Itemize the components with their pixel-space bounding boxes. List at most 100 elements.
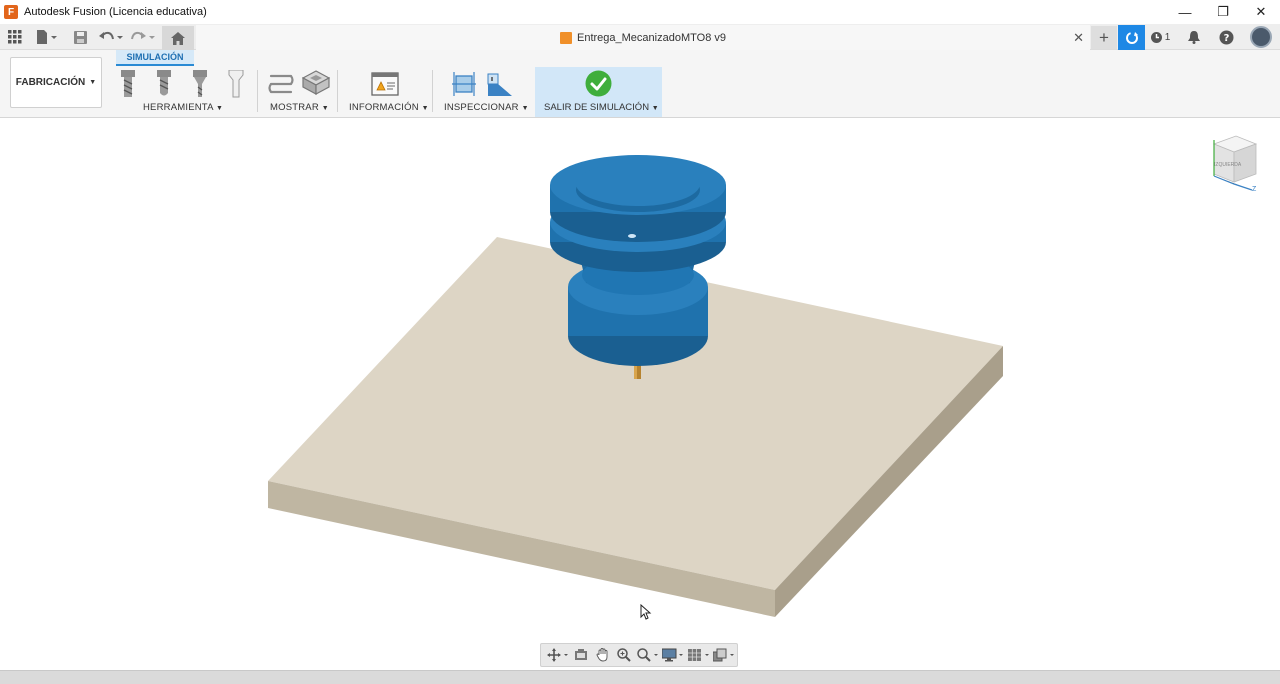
simulation-scene bbox=[268, 155, 1003, 617]
document-tab[interactable]: Entrega_MecanizadoMTO8 v9 ✕ bbox=[196, 25, 1090, 50]
document-name: Entrega_MecanizadoMTO8 v9 bbox=[577, 31, 726, 44]
zoom-button[interactable] bbox=[614, 645, 636, 665]
zoom-window-icon bbox=[637, 648, 658, 662]
section-analysis-button[interactable] bbox=[486, 70, 514, 103]
ribbon-divider bbox=[337, 70, 338, 112]
flat-endmill-icon bbox=[121, 70, 135, 97]
chevron-down-icon: ▼ bbox=[521, 105, 529, 112]
minimize-button[interactable]: — bbox=[1166, 0, 1204, 24]
look-at-button[interactable] bbox=[570, 645, 592, 665]
pan-button[interactable] bbox=[592, 645, 614, 665]
data-panel-grid-icon[interactable] bbox=[6, 28, 24, 46]
close-tab-button[interactable]: ✕ bbox=[1073, 30, 1084, 46]
display-settings-button[interactable] bbox=[661, 645, 686, 665]
grid-icon bbox=[687, 649, 709, 661]
viewcube[interactable]: IZQUIERDA Z bbox=[1206, 132, 1262, 201]
window-controls: — ❐ ✕ bbox=[1166, 0, 1280, 24]
tool-holder-button[interactable] bbox=[228, 69, 244, 103]
home-tab[interactable] bbox=[162, 26, 194, 50]
measure-icon bbox=[452, 72, 476, 96]
information-button[interactable] bbox=[371, 72, 399, 101]
chevron-down-icon: ▼ bbox=[215, 105, 224, 112]
zoom-icon bbox=[617, 648, 632, 662]
workspace-label: FABRICACIÓN bbox=[15, 77, 86, 88]
orbit-icon bbox=[546, 648, 568, 662]
redo-icon[interactable] bbox=[130, 28, 156, 46]
exit-simulation-group: SALIR DE SIMULACIÓN ▼ bbox=[544, 102, 659, 113]
stock-box-icon bbox=[301, 70, 331, 96]
save-icon[interactable] bbox=[72, 28, 88, 46]
header-right-icons: 1 ? bbox=[1142, 24, 1280, 50]
close-window-button[interactable]: ✕ bbox=[1242, 0, 1280, 24]
bell-icon bbox=[1188, 30, 1200, 44]
informacion-group[interactable]: INFORMACIÓN ▼ bbox=[349, 102, 429, 113]
file-menu-icon[interactable] bbox=[34, 28, 60, 46]
restore-button[interactable]: ❐ bbox=[1204, 0, 1242, 24]
section-analysis-icon bbox=[487, 73, 512, 96]
3d-viewport[interactable]: IZQUIERDA Z bbox=[0, 118, 1280, 670]
app-title: Autodesk Fusion (Licencia educativa) bbox=[24, 6, 207, 18]
plus-icon: + bbox=[1099, 27, 1109, 47]
monitor-icon bbox=[662, 648, 684, 662]
toolpath-lines-icon bbox=[268, 74, 294, 94]
informacion-label: INFORMACIÓN bbox=[349, 102, 419, 113]
measure-button[interactable] bbox=[450, 70, 478, 103]
herramienta-label: HERRAMIENTA bbox=[143, 102, 214, 113]
mouse-cursor-icon bbox=[640, 604, 652, 620]
fusion-logo-icon: F bbox=[4, 5, 18, 19]
undo-icon[interactable] bbox=[98, 28, 124, 46]
herramienta-group[interactable]: HERRAMIENTA ▼ bbox=[143, 102, 223, 113]
inspeccionar-label: INSPECCIONAR bbox=[444, 102, 519, 113]
fit-button[interactable] bbox=[635, 645, 660, 665]
job-status-button[interactable]: 1 bbox=[1142, 24, 1178, 50]
tool-holder-icon bbox=[228, 69, 244, 98]
hand-pan-icon bbox=[596, 648, 608, 662]
tool-holder-model bbox=[550, 155, 726, 366]
mostrar-group[interactable]: MOSTRAR ▼ bbox=[270, 102, 329, 113]
job-count: 1 bbox=[1164, 31, 1171, 43]
ribbon-divider bbox=[432, 70, 433, 112]
status-bar bbox=[0, 670, 1280, 684]
tool-chamfer-button[interactable] bbox=[192, 70, 208, 103]
check-circle-icon bbox=[585, 70, 612, 97]
viewcube-face-label: IZQUIERDA bbox=[1214, 162, 1242, 168]
document-cube-icon bbox=[560, 31, 572, 44]
home-icon bbox=[171, 31, 185, 45]
inspeccionar-group[interactable]: INSPECCIONAR ▼ bbox=[444, 102, 529, 113]
grid-settings-button[interactable] bbox=[686, 645, 711, 665]
navigation-bar bbox=[540, 643, 738, 667]
clock-icon bbox=[1150, 31, 1162, 43]
tool-flat-endmill-button[interactable] bbox=[120, 70, 136, 103]
info-panel-icon bbox=[371, 72, 399, 96]
chamfer-tool-icon bbox=[193, 70, 207, 97]
tool-ball-endmill-button[interactable] bbox=[156, 70, 172, 103]
svg-text:?: ? bbox=[1223, 33, 1229, 44]
exit-simulation-button[interactable]: SALIR DE SIMULACIÓN ▼ bbox=[535, 67, 662, 117]
help-button[interactable]: ? bbox=[1210, 24, 1242, 50]
tab-simulacion[interactable]: SIMULACIÓN bbox=[116, 50, 194, 66]
chevron-down-icon: ▼ bbox=[321, 105, 329, 112]
sync-button[interactable] bbox=[1118, 25, 1145, 50]
orbit-button[interactable] bbox=[545, 645, 570, 665]
user-avatar[interactable] bbox=[1250, 26, 1272, 48]
quick-access-bar: Entrega_MecanizadoMTO8 v9 ✕ + 1 ? bbox=[0, 24, 1280, 50]
chevron-down-icon: ▼ bbox=[421, 105, 429, 112]
notifications-button[interactable] bbox=[1178, 24, 1210, 50]
chevron-down-icon: ▼ bbox=[89, 79, 97, 86]
show-toolpath-button[interactable] bbox=[268, 72, 294, 101]
look-at-icon bbox=[575, 649, 588, 660]
mostrar-label: MOSTRAR bbox=[270, 102, 319, 113]
viewcube-axis-z: Z bbox=[1252, 186, 1257, 193]
ribbon-divider bbox=[257, 70, 258, 112]
toolbar-ribbon: SIMULACIÓN FABRICACIÓN ▼ HERRAMIENTA ▼ M… bbox=[0, 50, 1280, 118]
ball-endmill-icon bbox=[157, 70, 171, 96]
exit-simulation-label: SALIR DE SIMULACIÓN bbox=[544, 102, 650, 113]
viewports-button[interactable] bbox=[712, 645, 737, 665]
workspace-switcher[interactable]: FABRICACIÓN ▼ bbox=[10, 57, 102, 108]
viewports-icon bbox=[713, 648, 735, 662]
show-stock-button[interactable] bbox=[301, 70, 331, 101]
sync-icon bbox=[1125, 31, 1138, 44]
new-tab-button[interactable]: + bbox=[1091, 26, 1117, 49]
title-bar: F Autodesk Fusion (Licencia educativa) —… bbox=[0, 0, 1280, 24]
chevron-down-icon: ▼ bbox=[651, 105, 659, 112]
